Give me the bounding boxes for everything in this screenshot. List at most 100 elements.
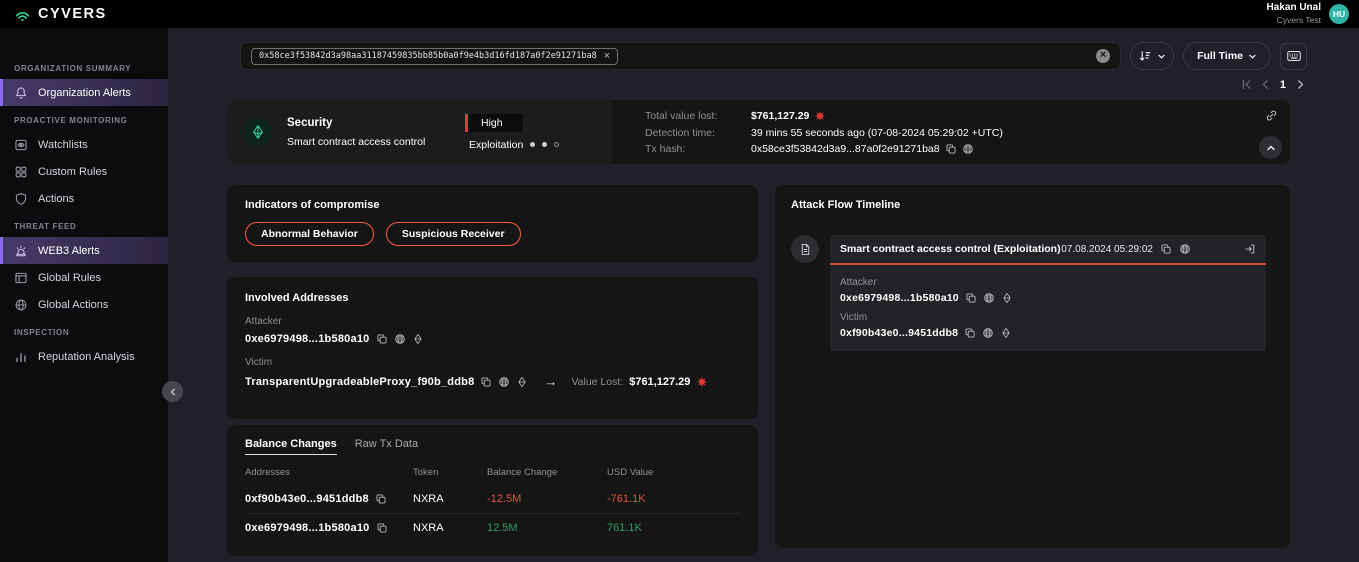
reputation-analysis-icon: [14, 350, 28, 364]
attack-flow-card: Attack Flow Timeline Smart contract acce…: [775, 185, 1290, 548]
table-row: 0xe6979498...1b580a10 NXRA 12.5M 761.1K: [245, 513, 740, 542]
attacker-row: 0xe6979498...1b580a10: [245, 333, 740, 345]
victim-label: Victim: [840, 312, 1256, 323]
alert-type: Smart contract access control: [287, 136, 465, 148]
time-filter-button[interactable]: Full Time: [1183, 42, 1271, 70]
victim-label: Victim: [245, 357, 740, 368]
indicators-card: Indicators of compromise Abnormal Behavi…: [227, 185, 758, 262]
event-phase-text: (Exploitation): [993, 243, 1060, 255]
keyboard-icon: [1287, 49, 1301, 63]
search-filter-chip[interactable]: 0x58ce3f53842d3a98aa31187459835bb85b0a0f…: [251, 48, 618, 65]
indicator-chip-suspicious-receiver[interactable]: Suspicious Receiver: [386, 222, 521, 246]
copy-icon[interactable]: [1160, 243, 1172, 255]
loss-icon: [814, 110, 826, 122]
explorer-icon[interactable]: [982, 327, 994, 339]
chain-logo-icon: [243, 117, 273, 147]
etherscan-icon[interactable]: [412, 333, 424, 345]
address-cell: 0xe6979498...1b580a10: [245, 522, 413, 534]
row-address: 0xe6979498...1b580a10: [245, 522, 370, 534]
remove-chip-icon[interactable]: ×: [604, 51, 610, 62]
value-lost-amount: $761,127.29: [629, 376, 690, 388]
search-input[interactable]: 0x58ce3f53842d3a98aa31187459835bb85b0a0f…: [240, 42, 1121, 70]
explorer-icon[interactable]: [983, 292, 995, 304]
tab-balance-changes[interactable]: Balance Changes: [245, 438, 337, 455]
sidebar-item-actions[interactable]: Actions: [0, 185, 168, 212]
etherscan-icon[interactable]: [516, 376, 528, 388]
shortcuts-button[interactable]: [1280, 43, 1307, 70]
sort-button[interactable]: [1130, 42, 1174, 70]
token-cell: NXRA: [413, 493, 487, 505]
event-title-text: Smart contract access control: [840, 243, 991, 255]
explorer-icon[interactable]: [962, 143, 974, 155]
app-logo[interactable]: CYVERS: [14, 6, 107, 23]
user-org: Cyvers Test: [1267, 15, 1321, 26]
logo-icon: [14, 6, 31, 23]
copy-icon[interactable]: [376, 333, 388, 345]
sidebar-section-inspection: INSPECTION: [0, 318, 168, 343]
balance-changes-card: Balance Changes Raw Tx Data Addresses To…: [227, 425, 758, 556]
copy-icon[interactable]: [964, 327, 976, 339]
sidebar-collapse-button[interactable]: [162, 381, 183, 402]
alert-card: Security Smart contract access control H…: [227, 100, 1290, 164]
tx-hash-value: 0x58ce3f53842d3a9...87a0f2e91271ba8: [751, 143, 1003, 155]
timeline-event-box: Smart contract access control (Exploitat…: [830, 235, 1266, 351]
copy-icon[interactable]: [376, 522, 388, 534]
chevron-down-icon: [1248, 52, 1257, 61]
search-chip-text: 0x58ce3f53842d3a98aa31187459835bb85b0a0f…: [259, 51, 597, 61]
indicator-chip-abnormal-behavior[interactable]: Abnormal Behavior: [245, 222, 374, 246]
sidebar-item-reputation-analysis[interactable]: Reputation Analysis: [0, 343, 168, 370]
copy-icon[interactable]: [965, 292, 977, 304]
copy-icon[interactable]: [480, 376, 492, 388]
clear-search-icon[interactable]: ×: [1096, 49, 1110, 63]
sidebar-item-global-rules[interactable]: Global Rules: [0, 264, 168, 291]
phase-dot: [554, 142, 559, 147]
column-token: Token: [413, 467, 487, 478]
alert-details: Total value lost: $761,127.29 Detection …: [645, 110, 1003, 155]
open-entry-icon[interactable]: [1244, 243, 1256, 255]
timeline-event-title: Smart contract access control (Exploitat…: [840, 243, 1061, 255]
sidebar-item-watchlists[interactable]: Watchlists: [0, 131, 168, 158]
document-icon: [799, 243, 812, 256]
involved-addresses-title: Involved Addresses: [245, 292, 740, 304]
avatar[interactable]: HU: [1329, 4, 1349, 24]
alert-summary: Security Smart contract access control H…: [227, 100, 612, 164]
explorer-icon[interactable]: [1179, 243, 1191, 255]
copy-icon[interactable]: [375, 493, 387, 505]
copy-icon[interactable]: [945, 143, 957, 155]
first-page-button[interactable]: [1240, 78, 1253, 91]
user-menu[interactable]: Hakan Unal Cyvers Test HU: [1267, 2, 1349, 25]
explorer-icon[interactable]: [394, 333, 406, 345]
ethereum-icon: [250, 124, 266, 140]
sidebar-item-global-actions[interactable]: Global Actions: [0, 291, 168, 318]
timeline-node: [791, 235, 819, 263]
usd-value-cell: 761.1K: [607, 522, 740, 534]
watchlists-icon: [14, 138, 28, 152]
current-page[interactable]: 1: [1278, 79, 1288, 91]
web3-alerts-icon: [14, 244, 28, 258]
attacker-row: 0xe6979498...1b580a10: [840, 292, 1256, 304]
sidebar-item-custom-rules[interactable]: Custom Rules: [0, 158, 168, 185]
collapse-alert-button[interactable]: [1259, 136, 1282, 159]
sidebar-item-organization-alerts[interactable]: Organization Alerts: [0, 79, 168, 106]
sidebar-item-label: Actions: [38, 193, 74, 205]
prev-page-button[interactable]: [1259, 78, 1272, 91]
etherscan-icon[interactable]: [1000, 327, 1012, 339]
etherscan-icon[interactable]: [1001, 292, 1013, 304]
attacker-address: 0xe6979498...1b580a10: [245, 333, 370, 345]
tx-hash-text: 0x58ce3f53842d3a9...87a0f2e91271ba8: [751, 143, 940, 155]
topbar: CYVERS Hakan Unal Cyvers Test HU: [0, 0, 1359, 28]
actions-icon: [14, 192, 28, 206]
attack-flow-title: Attack Flow Timeline: [791, 199, 1274, 211]
row-address: 0xf90b43e0...9451ddb8: [245, 493, 369, 505]
attacker-label: Attacker: [245, 316, 740, 327]
permalink-icon[interactable]: [1265, 109, 1278, 122]
timeline-entry: Smart contract access control (Exploitat…: [791, 235, 1274, 351]
tab-raw-tx-data[interactable]: Raw Tx Data: [355, 438, 418, 455]
detection-time-label: Detection time:: [645, 127, 751, 139]
next-page-button[interactable]: [1294, 78, 1307, 91]
explorer-icon[interactable]: [498, 376, 510, 388]
total-value-lost-value: $761,127.29: [751, 110, 1003, 122]
sidebar-item-web3-alerts[interactable]: WEB3 Alerts: [0, 237, 168, 264]
user-name: Hakan Unal: [1267, 2, 1321, 15]
sidebar-section-threat-feed: THREAT FEED: [0, 212, 168, 237]
